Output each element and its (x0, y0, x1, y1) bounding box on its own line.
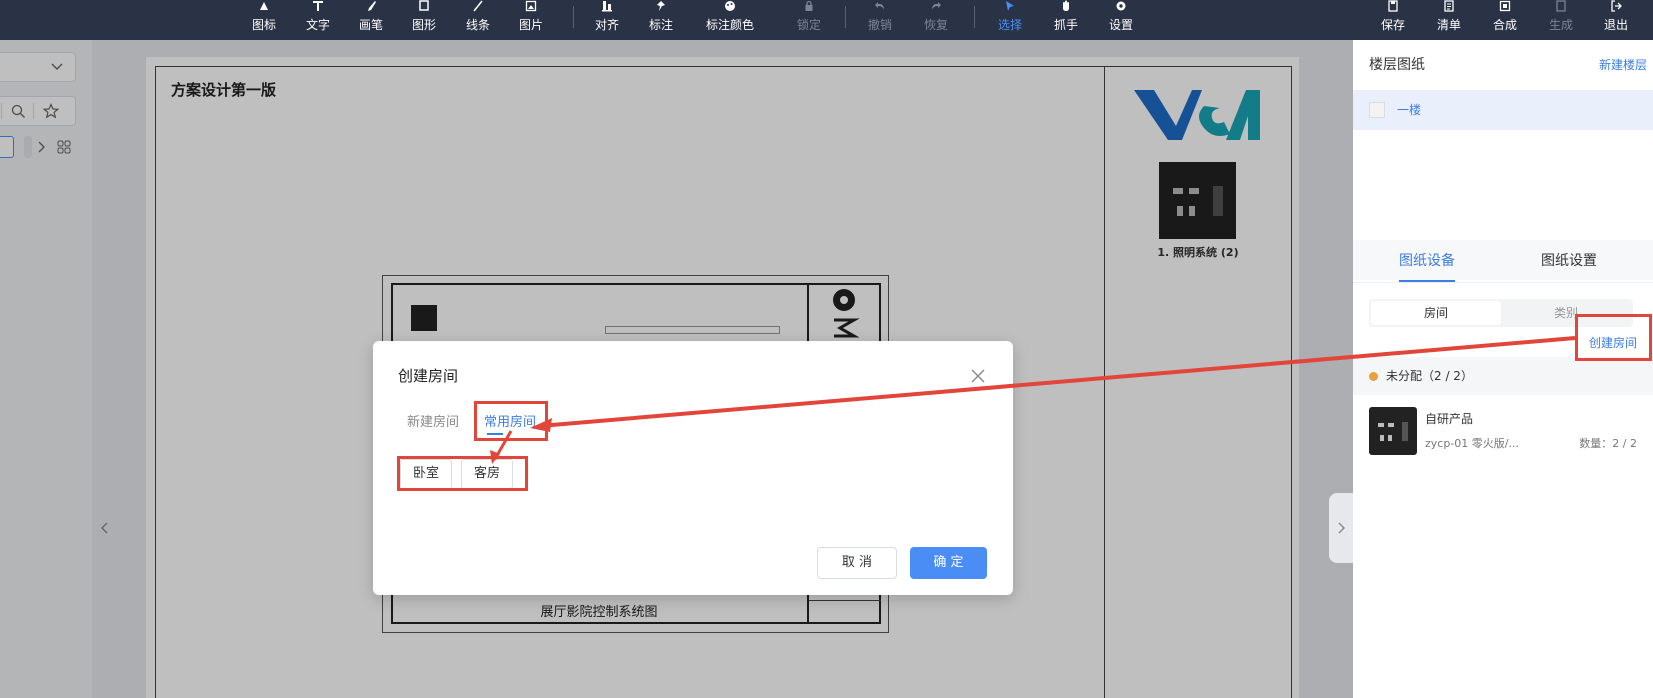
toolbar-compose-button[interactable]: 合成 (1483, 0, 1527, 40)
chevron-right-icon (1338, 522, 1345, 534)
redo-icon (932, 2, 941, 10)
pin-icon (657, 1, 665, 11)
palette-icon (725, 1, 735, 11)
cursor-icon (1006, 1, 1014, 11)
device-list-item[interactable]: 自研产品 zycp-01 零火版/... 数量：2 / 2 (1353, 395, 1653, 459)
toolbar-annotation-color-button[interactable]: 标注颜色 (700, 0, 760, 40)
toolbar-generate-button[interactable]: 生成 (1539, 0, 1583, 40)
list-icon (1444, 0, 1454, 12)
toolbar-exit-button[interactable]: 退出 (1594, 0, 1638, 40)
align-icon (602, 1, 612, 12)
segment-room[interactable]: 房间 (1371, 301, 1501, 325)
exit-icon (1611, 0, 1622, 12)
hand-icon (1063, 0, 1069, 11)
gear-icon (1116, 1, 1126, 11)
status-dot (1369, 372, 1378, 381)
device-thumbnail (1369, 407, 1417, 455)
line-icon (473, 0, 483, 12)
toolbar-lock-button[interactable]: 锁定 (787, 0, 831, 40)
device-quantity: 数量：2 / 2 (1579, 437, 1637, 450)
tab-bar-divider (1353, 282, 1653, 283)
toolbar-pin-button[interactable]: 标注 (639, 0, 683, 40)
new-floor-link[interactable]: 新建楼层 (1599, 56, 1647, 73)
toolbar-icon-library-button[interactable]: 图标 (242, 0, 286, 40)
confirm-button[interactable]: 确 定 (910, 547, 987, 579)
toolbar-line-button[interactable]: 线条 (456, 0, 500, 40)
cancel-button[interactable]: 取 消 (817, 547, 897, 579)
panel-section-divider (1353, 240, 1653, 280)
toolbar-text-button[interactable]: 文字 (296, 0, 340, 40)
toolbar-separator (974, 6, 975, 28)
room-group-label: 未分配（2 / 2） (1386, 369, 1473, 383)
room-group-header[interactable]: 未分配（2 / 2） (1353, 357, 1653, 395)
toolbar-redo-button[interactable]: 恢复 (914, 0, 958, 40)
tab-sheet-devices[interactable]: 图纸设备 (1399, 250, 1455, 270)
toolbar-separator (573, 6, 574, 28)
toolbar-shape-button[interactable]: 图形 (402, 0, 446, 40)
image-icon (525, 0, 537, 12)
shape-icon (419, 0, 429, 11)
brush-icon (368, 1, 376, 11)
toolbar-undo-button[interactable]: 撤销 (858, 0, 902, 40)
annotation-box-room-chips (397, 456, 528, 491)
annotation-box-create-room (1575, 314, 1652, 361)
floor-thumbnail (1369, 102, 1385, 118)
compose-icon (1499, 0, 1511, 12)
toolbar-save-button[interactable]: 保存 (1371, 0, 1415, 40)
text-icon (313, 1, 323, 11)
toolbar-hand-button[interactable]: 抓手 (1044, 0, 1088, 40)
device-model: zycp-01 零火版/... (1425, 437, 1519, 450)
lock-icon (805, 0, 813, 11)
floor-name: 一楼 (1397, 103, 1422, 117)
top-toolbar: 图标 文字 画笔 图形 线条 图片 对齐 标注 标注颜色 锁定 撤销 恢复 选择… (0, 0, 1653, 40)
toolbar-select-button[interactable]: 选择 (988, 0, 1032, 40)
toolbar-align-button[interactable]: 对齐 (585, 0, 629, 40)
floor-panel-title: 楼层图纸 (1369, 57, 1425, 73)
save-icon (1388, 0, 1398, 12)
toolbar-list-button[interactable]: 清单 (1427, 0, 1471, 40)
dialog-title: 创建房间 (398, 367, 459, 385)
annotation-box-common-rooms-tab (474, 401, 548, 441)
generate-icon (1556, 0, 1566, 12)
right-panel: 楼层图纸 新建楼层 一楼 图纸设备 图纸设置 房间 类别 创建房间 未分配（2 … (1353, 40, 1653, 698)
toolbar-settings-button[interactable]: 设置 (1099, 0, 1143, 40)
icon-library-icon (260, 2, 268, 10)
tab-new-room[interactable]: 新建房间 (407, 411, 459, 430)
right-panel-collapse-button[interactable] (1329, 493, 1353, 563)
floor-item[interactable]: 一楼 (1353, 90, 1653, 130)
toolbar-brush-button[interactable]: 画笔 (349, 0, 393, 40)
device-name: 自研产品 (1425, 412, 1474, 426)
close-icon[interactable] (971, 369, 985, 383)
toolbar-image-button[interactable]: 图片 (509, 0, 553, 40)
toolbar-separator (845, 6, 846, 28)
undo-icon (875, 2, 884, 10)
socket-icon (1378, 422, 1408, 441)
tab-sheet-settings[interactable]: 图纸设置 (1541, 250, 1597, 270)
